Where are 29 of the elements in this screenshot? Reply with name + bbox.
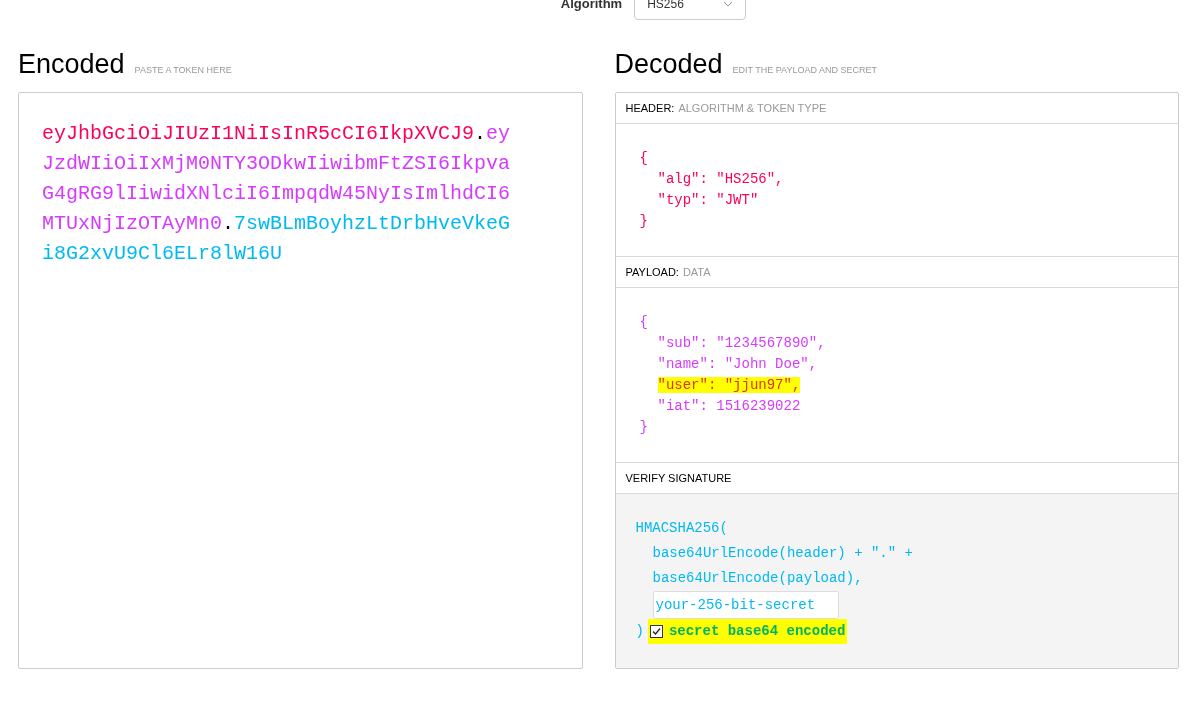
encoded-title: Encoded (18, 48, 125, 80)
decoded-hint: EDIT THE PAYLOAD AND SECRET (732, 63, 877, 77)
section-label: PAYLOAD: (625, 264, 679, 280)
header-json-line: "typ": "JWT" (657, 192, 759, 208)
closing-paren: ) (635, 622, 644, 641)
token-editor[interactable]: eyJhbGciOiJIUzI1NiIsInR5cCI6IkpXVCJ9.eyJzdWIiOiIxMjM0NTY3ODkwIiwibmFtZSI6IkpvaG4gRG9lIiwidXNlciI6ImpqdW45NyIsImlhdCI6MTUxNjIzOTAyMn0.7swBLmBoyhzLtDrbHveVkeGi8G2xvU9Cl6ELr8lW16U (18, 92, 583, 669)
payload-json-line: "sub": "1234567890", (657, 335, 826, 351)
chevron-down-icon (723, 1, 734, 7)
header-json-line: "alg": "HS256", (657, 171, 784, 187)
payload-json-line: "name": "John Doe", (657, 356, 818, 372)
brace: } (639, 419, 648, 435)
brace: } (639, 213, 648, 229)
section-hint: DATA (682, 264, 711, 280)
brace: { (639, 150, 648, 166)
decoded-title: Decoded (614, 48, 723, 80)
jwt-token: eyJhbGciOiJIUzI1NiIsInR5cCI6IkpXVCJ9.eyJzdWIiOiIxMjM0NTY3ODkwIiwibmFtZSI6IkpvaG4gRG9lIiwidXNlciI6ImpqdW45NyIsImlhdCI6MTUxNjIzOTAyMn0.7swBLmBoyhzLtDrbHveVkeGi8G2xvU9Cl6ELr8lW16U (42, 121, 512, 267)
function-argument: base64UrlEncode(payload), (652, 570, 863, 586)
base64-label: secret base64 encoded (668, 622, 846, 641)
section-hint: ALGORITHM & TOKEN TYPE (678, 100, 827, 116)
encoded-hint: PASTE A TOKEN HERE (134, 63, 232, 77)
function-call: HMACSHA256( (635, 520, 728, 536)
function-argument: base64UrlEncode(header) + "." + (652, 545, 913, 561)
payload-json-line: "iat": 1516239022 (657, 398, 801, 414)
section-label: HEADER: (625, 100, 675, 116)
check-icon (651, 627, 661, 636)
section-label: VERIFY SIGNATURE (625, 470, 732, 486)
base64-checkbox[interactable] (649, 625, 663, 638)
brace: { (639, 314, 648, 330)
algorithm-select[interactable]: HS256 (634, 0, 747, 20)
